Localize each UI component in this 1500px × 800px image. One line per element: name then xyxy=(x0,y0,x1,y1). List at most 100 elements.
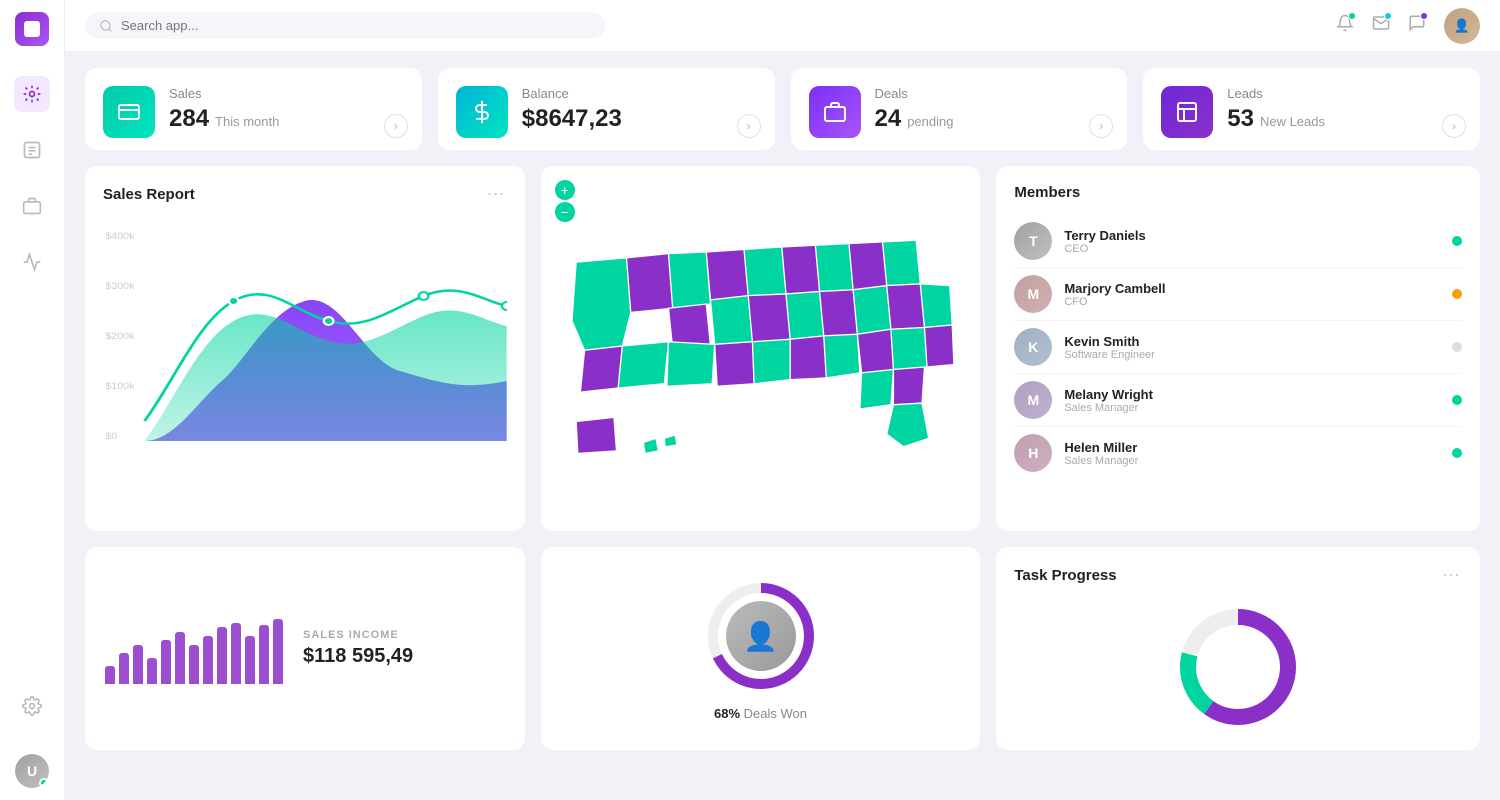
leads-arrow[interactable]: › xyxy=(1442,114,1466,138)
task-donut xyxy=(1014,602,1462,732)
income-info: SALES INCOME $118 595,49 xyxy=(303,629,413,668)
member-name-helen: Helen Miller xyxy=(1064,440,1440,455)
sales-report-card: Sales Report ⋯ $400k $300k $200k $100k $… xyxy=(85,166,525,531)
income-label: SALES INCOME xyxy=(303,629,413,641)
members-card: Members T Terry Daniels CEO M xyxy=(996,166,1480,531)
sales-value: 284 This month xyxy=(169,105,404,133)
search-icon xyxy=(99,19,113,33)
member-info-helen: Helen Miller Sales Manager xyxy=(1064,440,1440,467)
sales-label: Sales xyxy=(169,86,404,101)
member-row: M Melany Wright Sales Manager xyxy=(1014,374,1462,427)
sales-arrow[interactable]: › xyxy=(384,114,408,138)
bar-item xyxy=(133,645,143,684)
member-info-marjory: Marjory Cambell CFO xyxy=(1064,281,1440,308)
bar-item xyxy=(273,619,283,684)
search-input[interactable] xyxy=(121,18,591,33)
sidebar-item-analytics[interactable] xyxy=(14,244,50,280)
sidebar-item-documents[interactable] xyxy=(14,132,50,168)
member-info-melany: Melany Wright Sales Manager xyxy=(1064,387,1440,414)
sales-income-card: SALES INCOME $118 595,49 xyxy=(85,547,525,750)
bar-item xyxy=(203,636,213,684)
bar-item xyxy=(147,658,157,684)
member-role-terry: CEO xyxy=(1064,243,1440,255)
sales-stat-card: Sales 284 This month › xyxy=(85,68,422,150)
deals-arrow[interactable]: › xyxy=(1089,114,1113,138)
task-progress-card: Task Progress ⋯ xyxy=(996,547,1480,750)
main-content: 👤 Sales 284 This xyxy=(65,0,1500,800)
member-row: T Terry Daniels CEO xyxy=(1014,215,1462,268)
main-grid: Sales Report ⋯ $400k $300k $200k $100k $… xyxy=(85,166,1480,531)
sidebar: U xyxy=(0,0,65,800)
header-icons: 👤 xyxy=(1336,8,1480,44)
leads-value: 53 New Leads xyxy=(1227,105,1462,133)
user-avatar[interactable]: 👤 xyxy=(1444,8,1480,44)
sidebar-item-briefcase[interactable] xyxy=(14,188,50,224)
members-title: Members xyxy=(1014,184,1462,201)
member-avatar-kevin: K xyxy=(1014,328,1052,366)
member-status-kevin xyxy=(1452,342,1462,352)
bar-item xyxy=(105,666,115,683)
deals-won-card: 👤 68% Deals Won xyxy=(541,547,981,750)
balance-value: $8647,23 xyxy=(522,105,757,133)
sidebar-item-settings[interactable] xyxy=(14,688,50,724)
task-progress-menu[interactable]: ⋯ xyxy=(1442,565,1462,586)
balance-stat-card: Balance $8647,23 › xyxy=(438,68,775,150)
bar-item xyxy=(175,632,185,684)
svg-text:$200k: $200k xyxy=(105,332,134,342)
bar-item xyxy=(189,645,199,684)
member-role-helen: Sales Manager xyxy=(1064,455,1440,467)
member-avatar-marjory: M xyxy=(1014,275,1052,313)
us-map xyxy=(551,176,971,516)
map-card: + − xyxy=(541,166,981,531)
member-row: H Helen Miller Sales Manager xyxy=(1014,427,1462,479)
map-zoom-out[interactable]: − xyxy=(555,202,575,222)
svg-text:$100k: $100k xyxy=(105,382,134,392)
member-status-marjory xyxy=(1452,289,1462,299)
map-zoom-in[interactable]: + xyxy=(555,180,575,200)
member-avatar-terry: T xyxy=(1014,222,1052,260)
task-progress-title: Task Progress xyxy=(1014,567,1116,584)
member-status-melany xyxy=(1452,395,1462,405)
income-value: $118 595,49 xyxy=(303,645,413,668)
sales-chart: $400k $300k $200k $100k $0 xyxy=(103,221,507,451)
deals-person-photo: 👤 xyxy=(726,601,796,671)
sidebar-item-dashboard[interactable] xyxy=(14,76,50,112)
sales-report-menu[interactable]: ⋯ xyxy=(487,184,507,205)
member-role-melany: Sales Manager xyxy=(1064,402,1440,414)
chat-button[interactable] xyxy=(1408,14,1426,37)
svg-text:$0: $0 xyxy=(105,432,117,442)
bar-item xyxy=(119,653,129,683)
member-info-terry: Terry Daniels CEO xyxy=(1064,228,1440,255)
bottom-grid: SALES INCOME $118 595,49 👤 xyxy=(85,547,1480,750)
member-avatar-helen: H xyxy=(1014,434,1052,472)
notifications-button[interactable] xyxy=(1336,14,1354,37)
search-box[interactable] xyxy=(85,12,605,39)
app-logo[interactable] xyxy=(15,12,49,46)
member-name-melany: Melany Wright xyxy=(1064,387,1440,402)
bar-item xyxy=(161,640,171,683)
svg-text:$300k: $300k xyxy=(105,282,134,292)
member-row: M Marjory Cambell CFO xyxy=(1014,268,1462,321)
member-status-terry xyxy=(1452,236,1462,246)
member-row: K Kevin Smith Software Engineer xyxy=(1014,321,1462,374)
balance-arrow[interactable]: › xyxy=(737,114,761,138)
bar-item xyxy=(217,627,227,683)
member-role-marjory: CFO xyxy=(1064,296,1440,308)
sales-icon xyxy=(103,86,155,138)
balance-icon xyxy=(456,86,508,138)
leads-label: Leads xyxy=(1227,86,1462,101)
member-name-terry: Terry Daniels xyxy=(1064,228,1440,243)
sales-report-title: Sales Report xyxy=(103,186,195,203)
bar-item xyxy=(245,636,255,684)
content-area: Sales 284 This month › xyxy=(65,52,1500,800)
deals-icon xyxy=(809,86,861,138)
deals-won-label: 68% Deals Won xyxy=(714,706,807,721)
deals-value: 24 pending xyxy=(875,105,1110,133)
sidebar-user-avatar[interactable]: U xyxy=(15,754,49,788)
member-name-kevin: Kevin Smith xyxy=(1064,334,1440,349)
leads-stat-card: Leads 53 New Leads › xyxy=(1143,68,1480,150)
member-info-kevin: Kevin Smith Software Engineer xyxy=(1064,334,1440,361)
stat-cards-row: Sales 284 This month › xyxy=(85,68,1480,150)
member-status-helen xyxy=(1452,448,1462,458)
messages-button[interactable] xyxy=(1372,14,1390,37)
